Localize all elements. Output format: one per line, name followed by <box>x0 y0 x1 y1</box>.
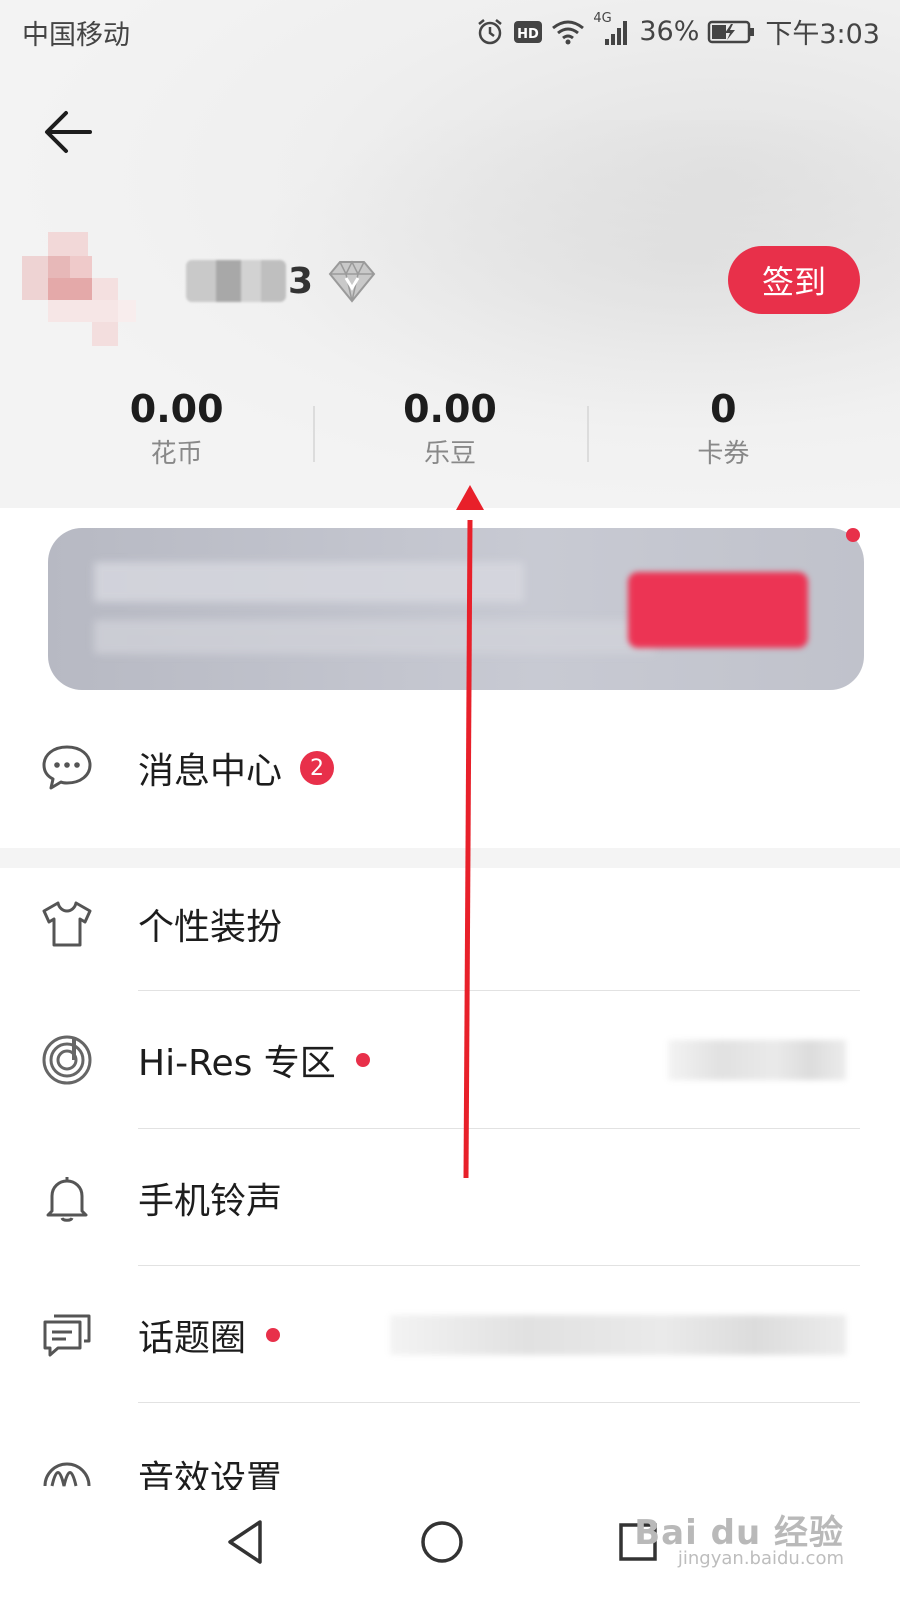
arrow-left-icon <box>45 111 92 153</box>
stat-value: 0.00 <box>129 387 224 431</box>
menu-item-label: 话题圈 <box>138 1318 247 1359</box>
avatar-image <box>22 232 136 346</box>
wifi-icon <box>552 20 585 44</box>
menu-item-label-wrap: 消息中心 2 <box>138 742 335 794</box>
menu-item-label: 消息中心 <box>138 751 283 792</box>
banner-subtext-blurred <box>94 620 654 654</box>
sound-effect-icon <box>43 1462 91 1487</box>
stat-huabi[interactable]: 0.00 花币 <box>40 378 313 478</box>
nav-home-circle-icon[interactable] <box>412 1512 472 1572</box>
topic-chat-icon <box>43 1314 91 1357</box>
hires-logo-icon <box>42 1035 92 1085</box>
menu-item-label-wrap: 手机铃声 <box>138 1172 282 1224</box>
stat-label: 卡券 <box>697 439 750 469</box>
username-blurred <box>186 260 286 302</box>
menu-item-topics[interactable]: 话题圈 <box>0 1267 900 1403</box>
unread-badge: 2 <box>300 751 335 785</box>
menu-item-label-wrap: 话题圈 <box>138 1309 281 1361</box>
clock: 下午3:03 <box>765 19 880 50</box>
stat-value: 0.00 <box>403 387 497 431</box>
watermark-url: jingyan.baidu.com <box>677 1548 844 1569</box>
nav-back-triangle-icon[interactable] <box>216 1512 276 1572</box>
stat-label: 花币 <box>150 439 203 469</box>
stat-label: 乐豆 <box>423 439 476 469</box>
new-dot <box>355 1053 370 1067</box>
alarm-icon <box>478 18 503 44</box>
menu-item-messages[interactable]: 消息中心 2 <box>0 700 900 836</box>
sign-in-button[interactable]: 签到 <box>728 246 860 314</box>
battery-percent: 36% <box>639 16 700 47</box>
hires-promo-blurred <box>668 1040 846 1080</box>
chat-bubble-icon <box>42 745 92 790</box>
status-bar: 中国移动 HD 4G 36% 下午3:03 <box>0 0 900 64</box>
menu-item-label-wrap: 个性装扮 <box>138 898 282 950</box>
svg-text:HD: HD <box>518 27 540 42</box>
wallet-stats: 0.00 花币 0.00 乐豆 0 卡券 <box>40 378 860 478</box>
username-visible-part: 3 <box>288 260 314 302</box>
menu-item-label-wrap: 音效设置 <box>138 1450 282 1490</box>
avatar[interactable] <box>22 232 140 350</box>
vip-banner[interactable] <box>48 528 864 690</box>
tshirt-icon <box>42 901 92 947</box>
menu-item-label: Hi-Res 专区 <box>138 1043 336 1084</box>
topics-promo-blurred <box>390 1315 846 1355</box>
battery-charging-icon <box>708 20 755 43</box>
banner-action-button-blurred[interactable] <box>628 572 808 648</box>
stat-value: 0 <box>710 387 737 431</box>
divider <box>138 990 860 991</box>
watermark-logo: Bai du 经验 <box>634 1513 844 1553</box>
divider <box>138 1402 860 1403</box>
stat-ledou[interactable]: 0.00 乐豆 <box>313 378 586 478</box>
new-dot <box>266 1328 281 1342</box>
back-button[interactable] <box>40 104 96 160</box>
menu-item-label-wrap: Hi-Res 专区 <box>138 1034 370 1086</box>
diamond-vip-icon[interactable] <box>327 258 377 304</box>
cellular-signal-icon: 4G <box>593 11 631 47</box>
menu-item-dressup[interactable]: 个性装扮 <box>0 856 900 992</box>
username: 3 <box>186 257 377 305</box>
banner-text-blurred <box>94 562 524 602</box>
hd-icon: HD <box>514 20 543 43</box>
divider <box>138 1265 860 1266</box>
banner-notification-dot <box>846 528 860 542</box>
menu-item-ringtone[interactable]: 手机铃声 <box>0 1130 900 1266</box>
menu-item-hires[interactable]: Hi-Res 专区 <box>0 992 900 1128</box>
menu-item-label: 个性装扮 <box>138 907 283 948</box>
divider <box>138 1128 860 1129</box>
carrier-label: 中国移动 <box>22 20 130 51</box>
menu-item-sound[interactable]: 音效设置 <box>0 1420 900 1490</box>
menu-item-label: 音效设置 <box>138 1459 283 1490</box>
menu-item-label: 手机铃声 <box>138 1181 283 1222</box>
stat-coupons[interactable]: 0 卡券 <box>586 378 860 478</box>
status-icons: HD 4G 36% 下午3:03 <box>475 11 880 51</box>
bell-icon <box>46 1177 88 1222</box>
